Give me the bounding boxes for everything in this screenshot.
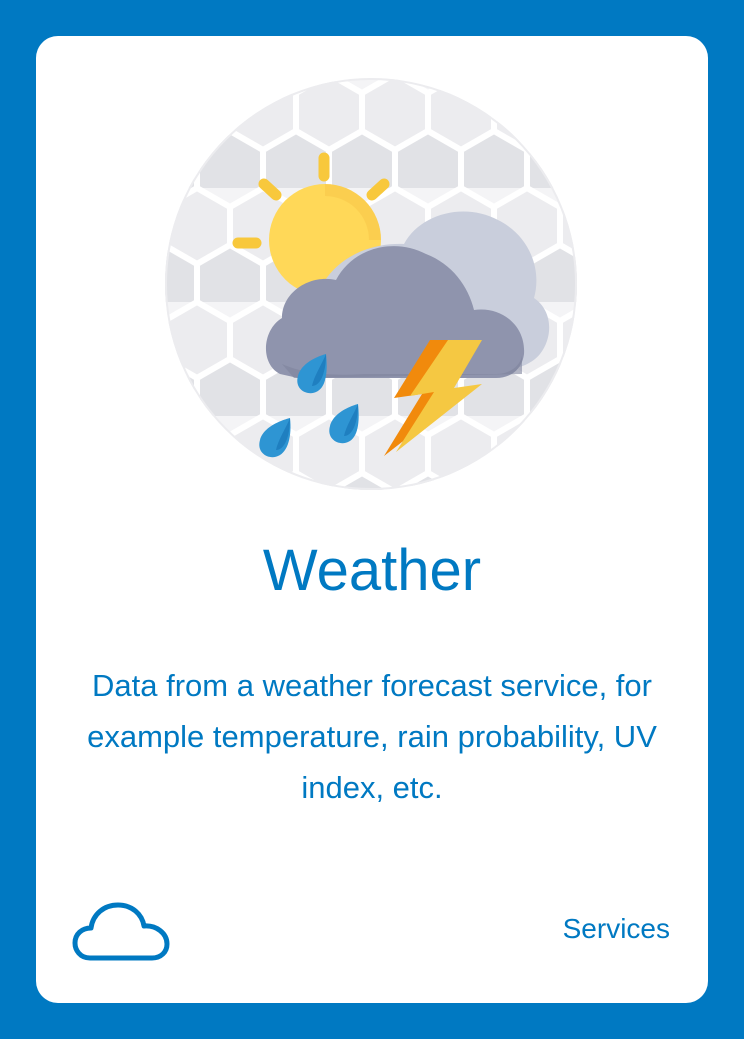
card-title: Weather — [262, 538, 482, 603]
storm-weather-icon — [165, 78, 577, 490]
category-label: Services — [562, 913, 670, 944]
page-background: Weather Data from a weather forecast ser… — [0, 0, 744, 1039]
card-description: Data from a weather forecast service, fo… — [87, 668, 657, 805]
cloud-outline-icon — [72, 902, 170, 961]
weather-card: Weather Data from a weather forecast ser… — [36, 36, 708, 1003]
